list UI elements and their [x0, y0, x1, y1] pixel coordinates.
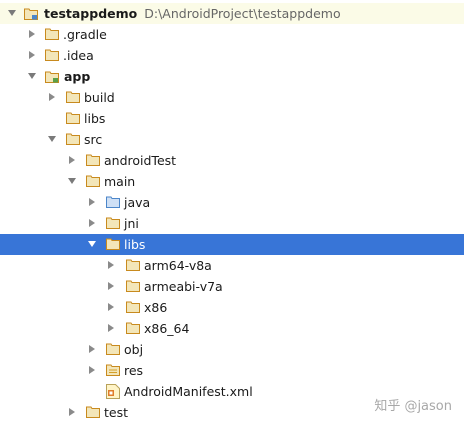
folder-icon: [126, 280, 140, 292]
tree-row-app-libs[interactable]: libs: [0, 108, 464, 129]
resource-folder-icon: [106, 364, 120, 376]
expand-down-arrow-icon[interactable]: [27, 71, 37, 81]
tree-row-jni[interactable]: jni: [0, 213, 464, 234]
folder-icon: [126, 259, 140, 271]
manifest-file-icon: [106, 384, 120, 399]
folder-icon: [126, 322, 140, 334]
folder-res-label: res: [124, 363, 144, 378]
folder-obj-label: obj: [124, 342, 144, 357]
tree-row-main[interactable]: main: [0, 171, 464, 192]
tree-row-res[interactable]: res: [0, 360, 464, 381]
tree-row-armeabi-v7a[interactable]: armeabi-v7a: [0, 276, 464, 297]
expand-right-arrow-icon[interactable]: [106, 302, 116, 312]
folder-icon: [45, 28, 59, 40]
folder-icon: [126, 301, 140, 313]
tree-row-java[interactable]: java: [0, 192, 464, 213]
tree-row-idea[interactable]: .idea: [0, 45, 464, 66]
tree-row-gradle[interactable]: .gradle: [0, 24, 464, 45]
root-project-name: testappdemo: [44, 6, 138, 21]
module-folder-icon: [45, 70, 59, 83]
expand-right-arrow-icon[interactable]: [47, 92, 57, 102]
expand-right-arrow-icon[interactable]: [27, 50, 37, 60]
tree-row-src[interactable]: src: [0, 129, 464, 150]
folder-icon: [86, 406, 100, 418]
folder-icon: [86, 175, 100, 187]
folder-x86-64-label: x86_64: [144, 321, 190, 336]
module-app-label: app: [64, 69, 91, 84]
expand-right-arrow-icon[interactable]: [106, 260, 116, 270]
module-folder-icon: [24, 7, 38, 20]
folder-jni-label: jni: [124, 216, 139, 231]
folder-build-label: build: [84, 90, 115, 105]
expand-down-arrow-icon[interactable]: [87, 239, 97, 249]
tree-row-x86[interactable]: x86: [0, 297, 464, 318]
folder-x86-label: x86: [144, 300, 168, 315]
folder-icon: [106, 217, 120, 229]
tree-row-obj[interactable]: obj: [0, 339, 464, 360]
expand-down-arrow-icon[interactable]: [47, 134, 57, 144]
expand-right-arrow-icon[interactable]: [87, 218, 97, 228]
folder-icon: [66, 112, 80, 124]
folder-icon: [106, 343, 120, 355]
folder-icon: [66, 91, 80, 103]
expand-right-arrow-icon[interactable]: [27, 29, 37, 39]
tree-row-root[interactable]: testappdemo D:\AndroidProject\testappdemo: [0, 3, 464, 24]
folder-icon: [106, 238, 120, 250]
folder-app-libs-label: libs: [84, 111, 106, 126]
folder-idea-label: .idea: [63, 48, 94, 63]
expand-right-arrow-icon[interactable]: [87, 344, 97, 354]
folder-android-test-label: androidTest: [104, 153, 177, 168]
expand-down-arrow-icon[interactable]: [67, 176, 77, 186]
expand-down-arrow-icon[interactable]: [7, 8, 17, 18]
expand-right-arrow-icon[interactable]: [87, 365, 97, 375]
folder-src-label: src: [84, 132, 103, 147]
expand-right-arrow-icon[interactable]: [67, 155, 77, 165]
tree-row-build[interactable]: build: [0, 87, 464, 108]
folder-test-label: test: [104, 405, 129, 420]
root-project-path: D:\AndroidProject\testappdemo: [144, 6, 341, 21]
folder-gradle-label: .gradle: [63, 27, 107, 42]
expand-right-arrow-icon[interactable]: [106, 323, 116, 333]
folder-main-label: main: [104, 174, 136, 189]
folder-java-label: java: [124, 195, 151, 210]
watermark-text: 知乎 @jason: [374, 399, 452, 414]
tree-row-main-libs-selected[interactable]: libs: [0, 234, 464, 255]
expand-right-arrow-icon[interactable]: [87, 197, 97, 207]
tree-row-x86-64[interactable]: x86_64: [0, 318, 464, 339]
tree-row-arm64-v8a[interactable]: arm64-v8a: [0, 255, 464, 276]
folder-icon: [66, 133, 80, 145]
folder-main-libs-label: libs: [124, 237, 146, 252]
expand-right-arrow-icon[interactable]: [106, 281, 116, 291]
folder-icon: [86, 154, 100, 166]
folder-armeabi-label: armeabi-v7a: [144, 279, 223, 294]
tree-row-app[interactable]: app: [0, 66, 464, 87]
file-android-manifest-label: AndroidManifest.xml: [124, 384, 253, 399]
tree-row-android-test[interactable]: androidTest: [0, 150, 464, 171]
source-folder-icon: [106, 196, 120, 208]
folder-icon: [45, 49, 59, 61]
expand-right-arrow-icon[interactable]: [67, 407, 77, 417]
folder-arm64-label: arm64-v8a: [144, 258, 212, 273]
